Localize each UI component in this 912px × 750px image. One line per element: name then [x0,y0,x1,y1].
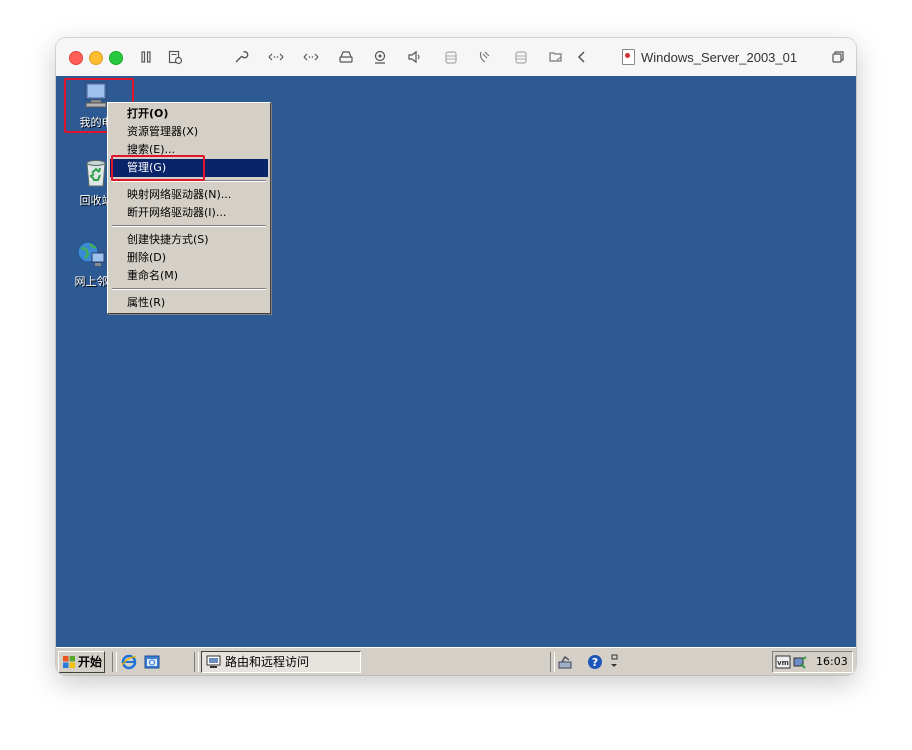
sound-icon[interactable] [406,48,424,66]
highlight-box-manage [111,155,205,181]
vm-window: Windows_Server_2003_01 我的电 回收站 网上邻 打开(O)… [56,38,856,675]
menu-separator [112,288,266,290]
taskbar: 开始 路由和远程访问 ? vm 16:03 [56,647,856,675]
network-tray-icon[interactable] [792,654,808,670]
minimize-button[interactable] [89,51,103,65]
menu-separator [112,225,266,227]
menu-item-create-shortcut[interactable]: 创建快捷方式(S) [110,231,268,249]
toolbar-grip[interactable] [550,652,555,672]
svg-text:?: ? [592,656,598,669]
close-button[interactable] [69,51,83,65]
drive-icon[interactable] [337,48,355,66]
snapshot-icon[interactable] [166,48,184,66]
system-tray: vm 16:03 [772,651,853,673]
toolbar-grip[interactable] [194,652,199,672]
menu-item-map-network-drive[interactable]: 映射网络驱动器(N)... [110,186,268,204]
explorer-quicklaunch-icon[interactable] [144,654,160,670]
svg-text:vm: vm [777,659,789,667]
network-connection-icon[interactable] [558,654,574,670]
overflow-chevron-icon[interactable] [609,653,625,669]
vmware-icon[interactable]: vm [775,654,791,670]
menu-item-disconnect-network-drive[interactable]: 断开网络驱动器(I)... [110,204,268,222]
windows-flag-icon [63,656,75,668]
internet-explorer-icon[interactable] [121,654,137,670]
toolbar-grip[interactable] [112,652,117,672]
network-arrows-icon[interactable] [302,48,320,66]
network-places-icon [75,238,107,270]
context-menu: 打开(O) 资源管理器(X) 搜索(E)... 管理(G) 映射网络驱动器(N)… [107,102,271,314]
start-button[interactable]: 开始 [58,651,105,673]
camera-icon[interactable] [371,48,389,66]
usb-icon[interactable] [476,48,494,66]
menu-item-open[interactable]: 打开(O) [110,105,268,123]
title-bar: Windows_Server_2003_01 [56,38,856,77]
disk-icon[interactable] [512,48,530,66]
help-icon[interactable]: ? [587,654,603,670]
pause-icon[interactable] [137,48,155,66]
task-button-routing-remote-access[interactable]: 路由和远程访问 [201,651,361,673]
menu-item-explorer[interactable]: 资源管理器(X) [110,123,268,141]
menu-item-properties[interactable]: 属性(R) [110,294,268,312]
window-restore-icon[interactable] [829,48,847,66]
zoom-button[interactable] [109,51,123,65]
console-icon [206,655,221,668]
desktop: 我的电 回收站 网上邻 打开(O) 资源管理器(X) 搜索(E)... 管理(G… [56,76,856,647]
network-arrows-icon[interactable] [267,48,285,66]
wrench-icon[interactable] [232,48,250,66]
back-chevron-icon[interactable] [573,48,591,66]
menu-item-rename[interactable]: 重命名(M) [110,267,268,285]
window-title: Windows_Server_2003_01 [622,48,797,66]
folder-share-icon[interactable] [547,48,565,66]
document-icon [622,49,635,65]
printer-icon[interactable] [442,48,460,66]
clock[interactable]: 16:03 [816,655,848,668]
menu-item-delete[interactable]: 删除(D) [110,249,268,267]
